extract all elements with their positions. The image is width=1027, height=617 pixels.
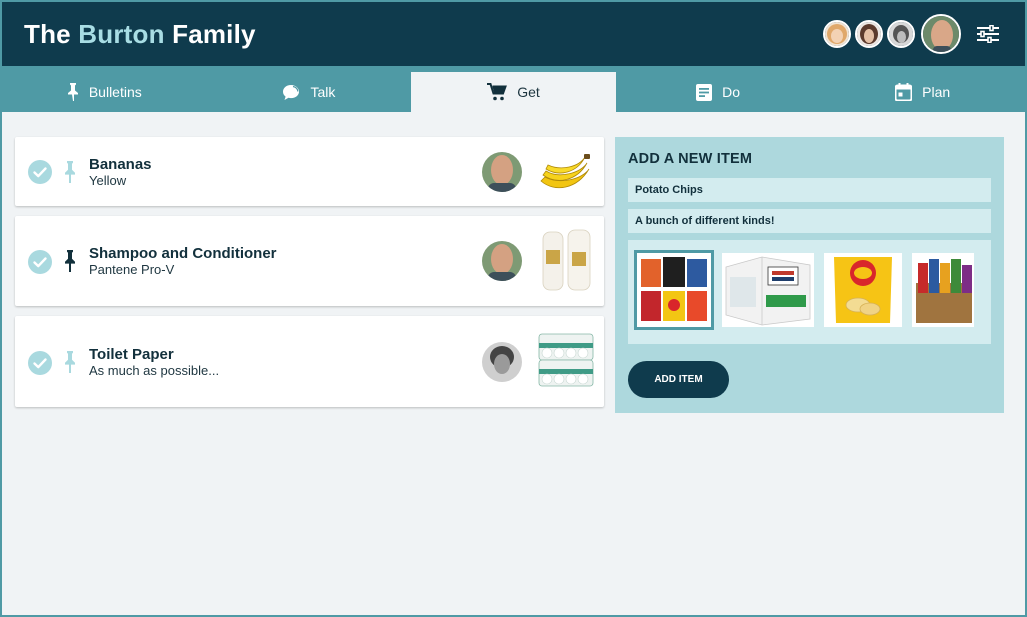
- tab-label: Plan: [922, 84, 951, 100]
- cart-icon: [487, 83, 508, 101]
- title-word-family: Family: [172, 18, 256, 49]
- pushpin-icon[interactable]: [64, 250, 76, 272]
- item-description-field[interactable]: [628, 209, 991, 233]
- pushpin-icon[interactable]: [64, 351, 76, 373]
- calendar-icon: [895, 83, 913, 101]
- assignee-avatar: [482, 241, 522, 281]
- assignee-avatar: [482, 342, 522, 382]
- family-title: The Burton Family: [24, 19, 256, 50]
- image-option-lays-bag[interactable]: [824, 253, 902, 327]
- chat-bubble-icon: [283, 84, 300, 100]
- item-title: Bananas: [89, 156, 152, 173]
- member-3-avatar[interactable]: [887, 20, 915, 48]
- member-1-avatar[interactable]: [823, 20, 851, 48]
- note-icon: [696, 83, 713, 101]
- section-tabs: Bulletins Talk Get Do Plan: [2, 66, 1025, 112]
- tab-label: Get: [517, 84, 540, 100]
- list-item[interactable]: Shampoo and Conditioner Pantene Pro-V: [15, 216, 604, 306]
- check-circle-icon[interactable]: [28, 250, 52, 274]
- item-name-field[interactable]: [628, 178, 991, 202]
- check-circle-icon[interactable]: [28, 351, 52, 375]
- add-item-button[interactable]: ADD ITEM: [628, 361, 729, 398]
- title-word-the: The: [24, 18, 71, 49]
- pushpin-icon: [67, 83, 78, 101]
- panel-title: ADD A NEW ITEM: [628, 151, 753, 167]
- image-option-variety-pack[interactable]: [634, 250, 714, 330]
- item-subtitle: Yellow: [89, 173, 127, 188]
- image-options: [628, 240, 991, 344]
- tab-label: Bulletins: [88, 84, 142, 100]
- item-title: Toilet Paper: [89, 346, 174, 363]
- settings-sliders-icon[interactable]: [977, 25, 999, 43]
- image-option-cape-cod-box[interactable]: [722, 253, 814, 327]
- tab-do[interactable]: Do: [616, 72, 821, 112]
- item-subtitle: Pantene Pro-V: [89, 262, 175, 277]
- member-2-avatar[interactable]: [855, 20, 883, 48]
- title-word-burton: Burton: [78, 18, 165, 49]
- tab-get[interactable]: Get: [411, 72, 616, 112]
- tab-bulletins[interactable]: Bulletins: [2, 72, 207, 112]
- tab-talk[interactable]: Talk: [207, 72, 412, 112]
- list-item[interactable]: Bananas Yellow: [15, 137, 604, 206]
- item-title: Shampoo and Conditioner: [89, 245, 277, 262]
- app-header: The Burton Family: [2, 2, 1025, 66]
- header-controls: [823, 14, 999, 54]
- tab-label: Talk: [310, 84, 336, 100]
- list-item[interactable]: Toilet Paper As much as possible...: [15, 316, 604, 407]
- add-item-panel: ADD A NEW ITEM Potato Chips A bunch of d…: [615, 137, 1004, 413]
- image-option-snack-box[interactable]: [912, 253, 974, 327]
- item-subtitle: As much as possible...: [89, 363, 220, 378]
- tab-plan[interactable]: Plan: [820, 72, 1025, 112]
- assignee-avatar: [482, 152, 522, 192]
- current-user-avatar[interactable]: [921, 14, 961, 54]
- toilet-paper-image: [537, 330, 595, 390]
- check-circle-icon[interactable]: [28, 160, 52, 184]
- pushpin-icon[interactable]: [64, 161, 76, 183]
- tab-label: Do: [722, 84, 741, 100]
- bananas-image: [537, 149, 595, 195]
- shopping-list: Bananas Yellow Shampoo and Conditioner P…: [15, 137, 604, 417]
- shampoo-bottles-image: [537, 228, 595, 294]
